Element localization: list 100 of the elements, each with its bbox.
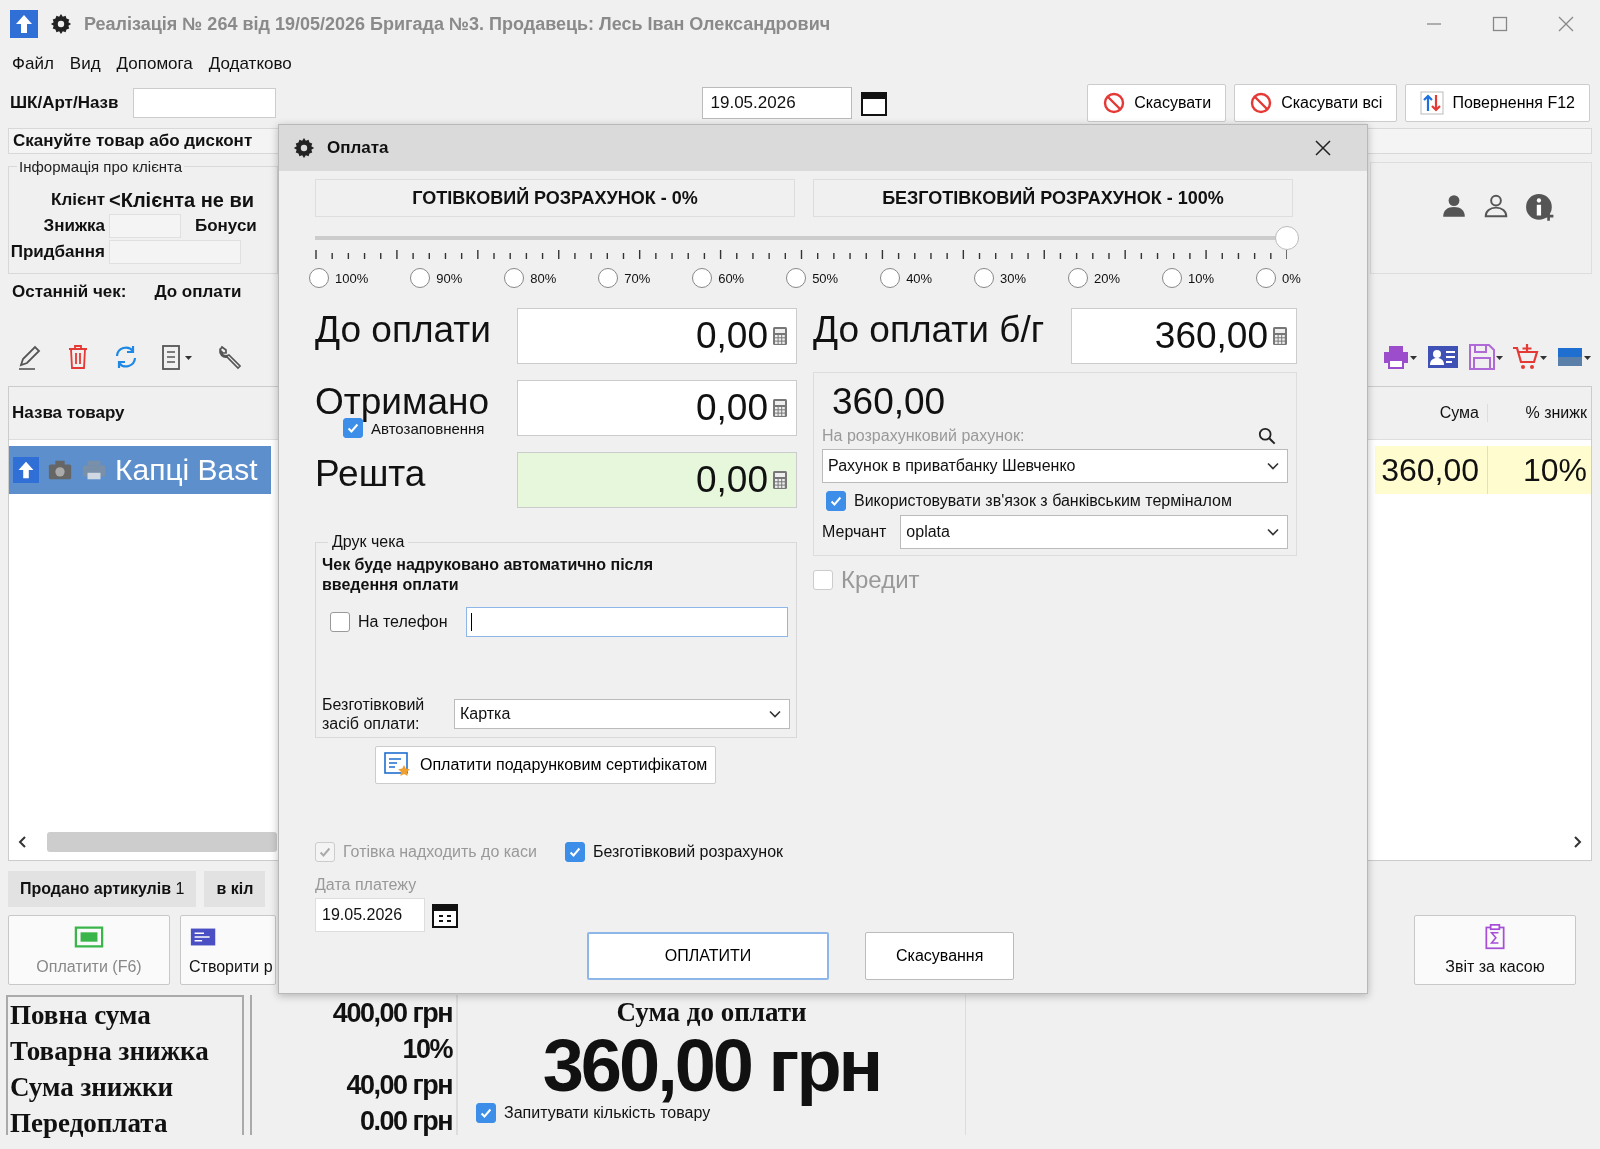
column-header[interactable]: % знижк (1487, 404, 1591, 422)
total-label: Передоплата (10, 1107, 169, 1140)
due-title: Сума до оплати (616, 996, 807, 1029)
wrench-icon[interactable] (216, 343, 244, 371)
radio-button[interactable] (692, 268, 713, 288)
radio-button[interactable] (880, 268, 901, 288)
radio-button[interactable] (309, 268, 329, 288)
date-field[interactable]: 19.05.2026 (701, 87, 852, 119)
search-icon[interactable] (1258, 427, 1276, 445)
amount-label: Решта (315, 452, 426, 496)
id-card-icon[interactable] (1426, 343, 1460, 371)
amount-field[interactable]: 0,00 (517, 452, 797, 508)
amount-label: До оплати б/г (813, 308, 1045, 352)
calculator-icon[interactable] (772, 398, 788, 418)
menu-item[interactable]: Вид (69, 54, 101, 74)
radio-button[interactable] (504, 268, 525, 288)
table-cell: 10% (1487, 446, 1591, 494)
total-label: Повна сума (10, 999, 152, 1032)
radio-button[interactable] (1068, 268, 1089, 288)
calendar-icon[interactable] (431, 901, 459, 929)
total-value: 0.00 грн (359, 1105, 452, 1138)
count-chip: Продано артикулів 1 (8, 871, 197, 907)
radio-button[interactable] (1162, 268, 1183, 288)
calculator-icon[interactable] (772, 470, 788, 490)
radio-button[interactable] (786, 268, 807, 288)
column-header[interactable]: Сума (1375, 404, 1487, 422)
printer-icon[interactable] (1382, 343, 1418, 371)
count-chip: в кіл (204, 871, 266, 907)
checkbox[interactable] (330, 612, 350, 632)
close-icon[interactable] (1313, 138, 1333, 158)
radio-label: 30% (1000, 270, 1027, 286)
chevron-down-icon (769, 710, 781, 718)
calculator-icon[interactable] (772, 326, 788, 346)
settings-icon[interactable] (293, 137, 315, 159)
account-select[interactable]: Рахунок в приватбанку Шевченко (822, 449, 1288, 483)
dialog-button[interactable]: ОПЛАТИТИ (587, 932, 829, 980)
radio-label: 70% (624, 270, 651, 286)
checkbox-label: Запитувати кількість товару (504, 1104, 711, 1122)
calendar-icon[interactable] (859, 89, 888, 117)
cart-add-icon[interactable] (1512, 343, 1548, 371)
action-button[interactable]: Створити р (180, 915, 276, 985)
card-header: БЕЗГОТІВКОВИЙ РОЗРАХУНОК - 100% (813, 179, 1293, 217)
radio-button[interactable] (598, 268, 619, 288)
info-add-icon[interactable] (1525, 193, 1555, 223)
menu-item[interactable]: Файл (12, 54, 54, 74)
checkbox[interactable] (826, 491, 846, 511)
toolbar-button[interactable]: Повернення F12 (1405, 84, 1590, 122)
slider-thumb[interactable] (1275, 226, 1299, 250)
amount-field[interactable]: 0,00 (517, 380, 797, 436)
radio-button[interactable] (410, 268, 431, 288)
gift-certificate-button[interactable]: Оплатити подарунковим сертифікатом (375, 746, 717, 784)
due-label: До оплати (154, 282, 242, 302)
scroll-left-icon[interactable] (17, 834, 29, 850)
toolbar-button[interactable]: Скасувати (1087, 84, 1227, 122)
radio-label: 40% (906, 270, 933, 286)
account-label: На розрахунковий рахунок: (822, 427, 1025, 445)
dialog-button[interactable]: Скасування (865, 932, 1015, 980)
cashless-method-select[interactable]: Картка (454, 699, 790, 729)
menu-item[interactable]: Додатково (208, 54, 292, 74)
scroll-right-icon[interactable] (1571, 834, 1583, 850)
checkbox[interactable] (564, 842, 585, 862)
radio-label: 10% (1188, 270, 1215, 286)
calculator-icon[interactable] (1272, 326, 1288, 346)
card-amount: 360,00 (831, 381, 947, 423)
report-button[interactable]: Звіт за касою (1414, 915, 1576, 985)
bonus-label: Бонуси (195, 216, 257, 236)
payment-date-label: Дата платежу (315, 876, 418, 894)
cashless-method-label: Безготівковий засіб оплати: (322, 695, 426, 733)
checkmark-icon (346, 421, 360, 435)
merchant-label: Мерчант (822, 523, 887, 541)
radio-label: 90% (436, 270, 463, 286)
settings-icon[interactable] (50, 13, 72, 35)
radio-button[interactable] (974, 268, 995, 288)
total-value: 10% (402, 1033, 452, 1066)
checkbox-label: Використовувати зв'язок з банківським терміналом (854, 492, 1232, 510)
toolbar-button[interactable]: Скасувати всі (1234, 84, 1398, 122)
person-outline-icon[interactable] (1483, 193, 1509, 219)
radio-button[interactable] (1256, 268, 1277, 288)
window-title: Реалізація № 264 від 19/05/2026 Бригада №3. Продавець: Лесь Іван Олександрович (84, 13, 831, 35)
chevron-down-icon (1267, 528, 1279, 536)
prohibited-icon (1249, 91, 1274, 115)
phone-field[interactable] (465, 607, 788, 637)
checkbox-label: Готівка надходить до каси (343, 843, 537, 861)
payment-date-field[interactable]: 19.05.2026 (315, 898, 425, 932)
merchant-select[interactable]: oplata (900, 515, 1288, 549)
amount-field[interactable]: 360,00 (1071, 308, 1297, 364)
amount-field[interactable]: 0,00 (517, 308, 797, 364)
scrollbar-thumb[interactable] (47, 832, 277, 852)
total-value: 40,00 грн (346, 1069, 452, 1102)
checkbox-label: Кредит (841, 566, 920, 594)
person-icon[interactable] (1441, 193, 1467, 219)
menu-item[interactable]: Допомога (116, 54, 193, 74)
save-icon[interactable] (1468, 343, 1504, 371)
checkmark-icon (318, 845, 332, 859)
checkmark-icon (567, 845, 582, 859)
prohibited-icon (1102, 91, 1127, 115)
maximize-icon[interactable] (1490, 14, 1510, 34)
checkbox[interactable] (476, 1103, 496, 1123)
column-header[interactable]: Назва товару (9, 403, 272, 423)
search-field[interactable] (132, 88, 276, 118)
